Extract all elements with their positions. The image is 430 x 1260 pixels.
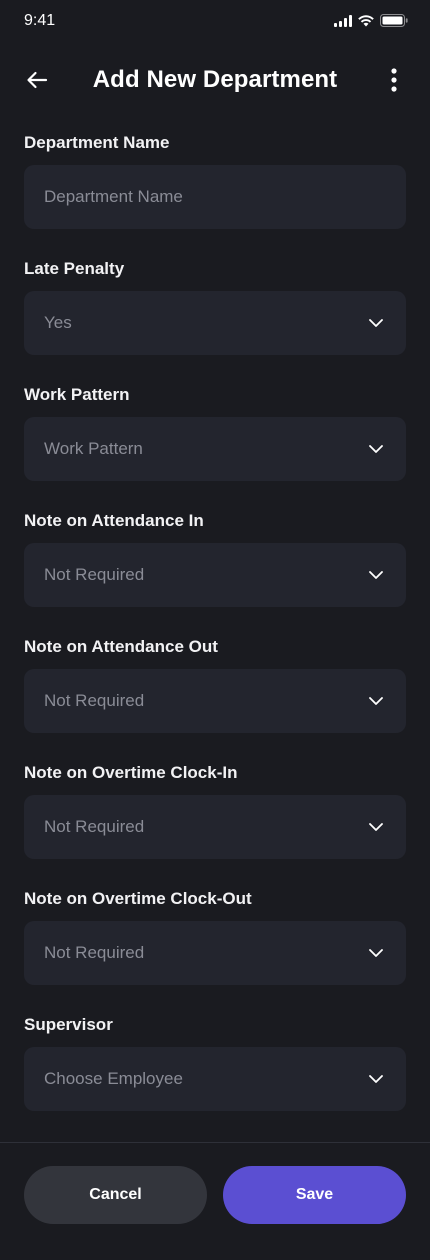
save-button[interactable]: Save xyxy=(223,1166,406,1224)
chevron-down-icon xyxy=(369,949,383,957)
chevron-down-icon xyxy=(369,1075,383,1083)
field-value: Not Required xyxy=(44,565,145,584)
field-label: Note on Overtime Clock-Out xyxy=(24,889,252,908)
field-label: Work Pattern xyxy=(24,385,130,404)
field-label: Department Name xyxy=(24,133,170,152)
wifi-icon xyxy=(358,14,374,32)
note-overtime-clock-in-select[interactable]: Not Required xyxy=(24,795,406,859)
more-options-button[interactable] xyxy=(384,66,404,94)
more-vertical-icon xyxy=(391,68,397,92)
chevron-down-icon xyxy=(369,571,383,579)
chevron-down-icon xyxy=(369,823,383,831)
field-label: Late Penalty xyxy=(24,259,125,278)
field-supervisor: Supervisor Choose Employee xyxy=(24,1012,406,1138)
field-note-attendance-in: Note on Attendance In Not Required xyxy=(24,508,406,634)
field-value: Choose Employee xyxy=(44,1069,183,1088)
footer-divider xyxy=(0,1142,430,1143)
field-note-overtime-clock-in: Note on Overtime Clock-In Not Required xyxy=(24,760,406,886)
field-label: Note on Attendance Out xyxy=(24,637,218,656)
status-time: 9:41 xyxy=(24,12,56,29)
field-value: Not Required xyxy=(44,817,145,836)
page-title: Add New Department xyxy=(92,66,338,93)
department-name-input[interactable]: Department Name xyxy=(24,165,406,229)
field-value: Work Pattern xyxy=(44,439,143,458)
field-placeholder: Department Name xyxy=(44,187,183,206)
note-attendance-out-select[interactable]: Not Required xyxy=(24,669,406,733)
note-overtime-clock-out-select[interactable]: Not Required xyxy=(24,921,406,985)
work-pattern-select[interactable]: Work Pattern xyxy=(24,417,406,481)
field-label: Supervisor xyxy=(24,1015,113,1034)
field-note-overtime-clock-out: Note on Overtime Clock-Out Not Required xyxy=(24,886,406,1012)
field-label: Note on Attendance In xyxy=(24,511,204,530)
signal-icon xyxy=(334,14,352,32)
field-value: Not Required xyxy=(44,943,145,962)
field-note-attendance-out: Note on Attendance Out Not Required xyxy=(24,634,406,760)
late-penalty-select[interactable]: Yes xyxy=(24,291,406,355)
note-attendance-in-select[interactable]: Not Required xyxy=(24,543,406,607)
status-bar: 9:41 xyxy=(0,0,430,44)
battery-icon xyxy=(380,14,408,32)
field-label: Note on Overtime Clock-In xyxy=(24,763,238,782)
cancel-button[interactable]: Cancel xyxy=(24,1166,207,1224)
chevron-down-icon xyxy=(369,697,383,705)
field-department-name: Department Name Department Name xyxy=(24,130,406,256)
app-header: Add New Department xyxy=(0,56,430,104)
field-late-penalty: Late Penalty Yes xyxy=(24,256,406,382)
chevron-down-icon xyxy=(369,319,383,327)
supervisor-select[interactable]: Choose Employee xyxy=(24,1047,406,1111)
field-value: Not Required xyxy=(44,691,145,710)
field-value: Yes xyxy=(44,313,72,332)
status-icons xyxy=(334,14,408,32)
department-form: Department Name Department Name Late Pen… xyxy=(24,130,406,1138)
field-work-pattern: Work Pattern Work Pattern xyxy=(24,382,406,508)
chevron-down-icon xyxy=(369,445,383,453)
